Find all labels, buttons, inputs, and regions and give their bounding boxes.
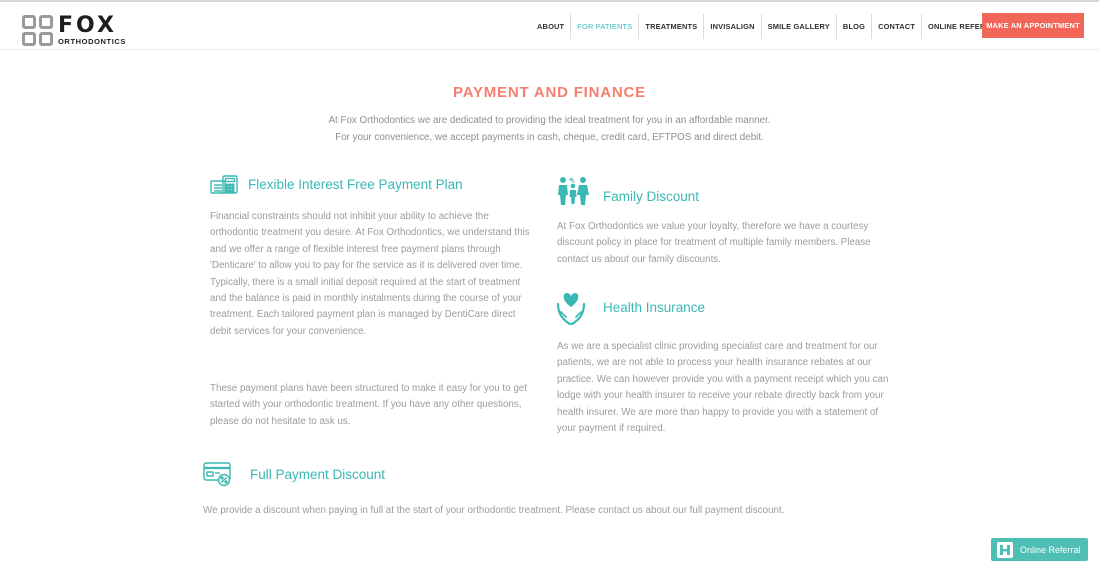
page-intro: At Fox Orthodontics we are dedicated to … [0,112,1099,146]
full-payment-title: Full Payment Discount [250,467,386,482]
nav-about[interactable]: ABOUT [531,14,572,39]
brand-logo[interactable]: FOX ORTHODONTICS [22,13,126,47]
svg-text:%: % [571,179,575,184]
flexible-plan-title: Flexible Interest Free Payment Plan [248,177,463,192]
family-discount-title: Family Discount [603,189,700,204]
site-header: FOX ORTHODONTICS ABOUT FOR PATIENTS TREA… [0,2,1099,50]
page-title: PAYMENT AND FINANCE [453,84,646,101]
nav-contact[interactable]: CONTACT [872,14,923,39]
logo-wordmark: FOX ORTHODONTICS [58,12,127,46]
main-nav: ABOUT FOR PATIENTS TREATMENTS INVISALIGN… [531,14,1012,39]
logo-subtitle: ORTHODONTICS [58,36,127,46]
intro-line-1: At Fox Orthodontics we are dedicated to … [328,115,771,126]
family-icon: % [556,176,590,211]
flexible-plan-body: Financial constraints should not inhibit… [210,211,530,337]
card-discount-icon [203,461,233,492]
calculator-money-icon [210,174,238,201]
logo-name: FOX [58,12,117,38]
nav-treatments[interactable]: TREATMENTS [639,14,705,39]
intro-line-2: For your convenience, we accept payments… [335,132,764,143]
make-appointment-button[interactable]: MAKE AN APPOINTMENT [982,13,1084,38]
health-insurance-title: Health Insurance [603,300,706,315]
full-payment-body: We provide a discount when paying in ful… [203,505,785,516]
nav-for-patients[interactable]: FOR PATIENTS [571,14,640,39]
health-insurance-body: As we are a specialist clinic providing … [557,341,889,435]
logo-mark-icon [22,14,53,46]
heart-hands-icon [556,290,586,331]
flexible-plan-body-2: These payment plans have been structured… [210,383,527,427]
referral-h-icon [996,541,1014,558]
online-referral-label: Online Referral [1020,544,1081,555]
family-discount-body: At Fox Orthodontics we value your loyalt… [557,221,871,265]
online-referral-widget[interactable]: Online Referral [991,538,1088,561]
nav-invisalign[interactable]: INVISALIGN [704,14,762,39]
nav-blog[interactable]: BLOG [837,14,873,39]
nav-smile-gallery[interactable]: SMILE GALLERY [762,14,837,39]
